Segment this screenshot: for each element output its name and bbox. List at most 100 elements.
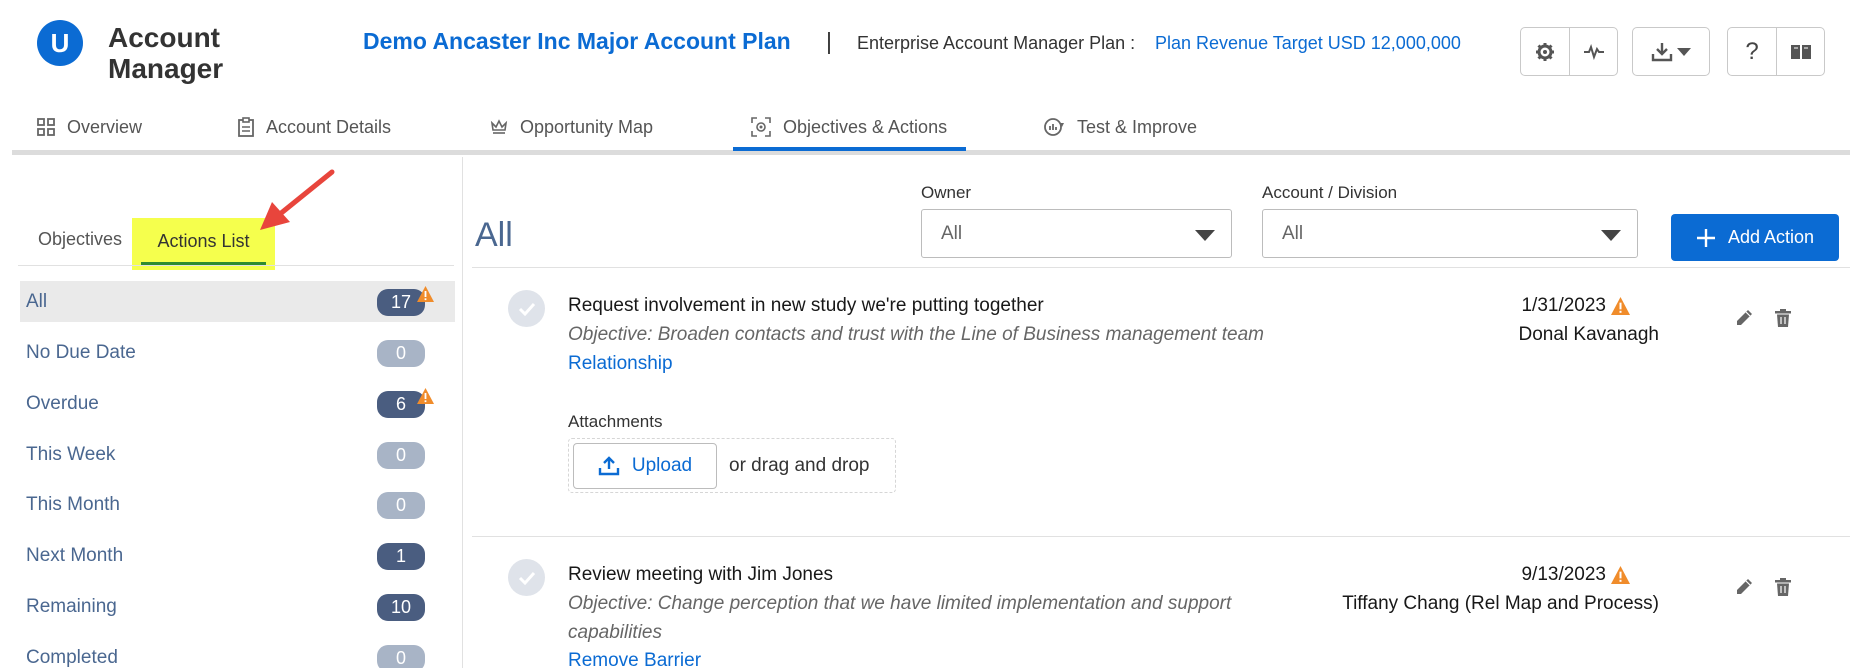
download-menu-button[interactable] bbox=[1632, 27, 1710, 76]
trash-icon bbox=[1775, 309, 1791, 327]
filter-all[interactable]: All 17 bbox=[20, 281, 455, 322]
action-due-date: 9/13/2023 bbox=[1521, 564, 1630, 586]
complete-toggle[interactable] bbox=[508, 290, 545, 327]
count-badge: 0 bbox=[377, 492, 425, 519]
edit-action-button[interactable] bbox=[1732, 575, 1756, 599]
download-icon bbox=[1651, 42, 1673, 61]
account-division-select[interactable]: All bbox=[1262, 209, 1638, 258]
filter-remaining[interactable]: Remaining 10 bbox=[20, 586, 455, 627]
download-button[interactable] bbox=[1633, 28, 1709, 75]
delete-action-button[interactable] bbox=[1771, 306, 1795, 330]
gear-icon bbox=[1536, 42, 1554, 61]
filter-this-month[interactable]: This Month 0 bbox=[20, 484, 455, 525]
activity-icon bbox=[1583, 43, 1604, 60]
subtab-objectives[interactable]: Objectives bbox=[28, 218, 132, 260]
tab-label: Opportunity Map bbox=[520, 116, 654, 137]
app-logo: U bbox=[37, 20, 83, 66]
filter-label: This Week bbox=[26, 443, 116, 465]
view-title: All bbox=[475, 216, 513, 254]
action-due-date: 1/31/2023 bbox=[1521, 295, 1630, 317]
action-owner: Tiffany Chang (Rel Map and Process) bbox=[1342, 593, 1659, 614]
filter-label: All bbox=[26, 290, 48, 312]
action-title[interactable]: Request involvement in new study we're p… bbox=[568, 295, 1044, 317]
due-date-text: 9/13/2023 bbox=[1521, 564, 1606, 585]
settings-button[interactable] bbox=[1521, 28, 1569, 75]
filter-label: Remaining bbox=[26, 595, 117, 617]
plus-icon bbox=[1696, 228, 1715, 247]
chevron-down-icon bbox=[1677, 47, 1691, 56]
clipboard-icon bbox=[238, 117, 254, 137]
target-icon bbox=[751, 117, 771, 137]
due-date-text: 1/31/2023 bbox=[1521, 295, 1606, 316]
trash-icon bbox=[1775, 578, 1791, 596]
pencil-icon bbox=[1737, 310, 1752, 325]
filter-label: This Month bbox=[26, 493, 120, 515]
warning-icon bbox=[1611, 566, 1630, 584]
add-action-label: Add Action bbox=[1727, 227, 1815, 247]
tab-opportunity-map[interactable]: Opportunity Map bbox=[490, 104, 653, 150]
tab-test-improve[interactable]: Test & Improve bbox=[1043, 104, 1197, 150]
count-badge: 0 bbox=[377, 442, 425, 469]
chart-cycle-icon bbox=[1044, 118, 1064, 136]
count-badge: 0 bbox=[377, 340, 425, 367]
filter-no-due-date[interactable]: No Due Date 0 bbox=[20, 332, 455, 373]
chevron-down-icon bbox=[1195, 230, 1215, 241]
owner-select[interactable]: All bbox=[921, 209, 1232, 258]
app-title: Account Manager bbox=[108, 22, 223, 84]
subtab-label: Objectives bbox=[37, 228, 123, 249]
check-icon bbox=[518, 302, 535, 316]
panel-divider bbox=[462, 157, 463, 668]
filter-completed[interactable]: Completed 0 bbox=[20, 637, 455, 668]
count-badge: 10 bbox=[377, 594, 425, 621]
help-button[interactable]: ? bbox=[1728, 28, 1776, 75]
upload-icon bbox=[598, 456, 620, 476]
list-top-divider bbox=[472, 267, 1850, 268]
edit-action-button[interactable] bbox=[1732, 306, 1756, 330]
owner-select-value: All bbox=[941, 222, 963, 244]
row-divider bbox=[472, 536, 1850, 537]
pencil-icon bbox=[1737, 579, 1752, 594]
tab-label: Test & Improve bbox=[1077, 116, 1198, 137]
crown-icon bbox=[490, 119, 508, 134]
action-objective: Objective: Broaden contacts and trust wi… bbox=[568, 324, 1264, 345]
warning-icon bbox=[1611, 297, 1630, 315]
count-badge: 1 bbox=[377, 543, 425, 570]
action-title[interactable]: Review meeting with Jim Jones bbox=[568, 564, 833, 586]
tab-overview[interactable]: Overview bbox=[37, 104, 142, 150]
tab-label: Objectives & Actions bbox=[783, 116, 948, 137]
filter-overdue[interactable]: Overdue 6 bbox=[20, 383, 455, 424]
owner-label: Owner bbox=[921, 183, 972, 202]
filter-label: Next Month bbox=[26, 544, 124, 566]
delete-action-button[interactable] bbox=[1771, 575, 1795, 599]
attachments-label: Attachments bbox=[568, 412, 663, 431]
check-icon bbox=[518, 571, 535, 585]
app-title-line1: Account bbox=[108, 22, 220, 53]
subtab-divider bbox=[18, 265, 454, 266]
activity-button[interactable] bbox=[1569, 28, 1617, 75]
chevron-down-icon bbox=[1601, 230, 1621, 241]
filter-next-month[interactable]: Next Month 1 bbox=[20, 535, 455, 576]
complete-toggle[interactable] bbox=[508, 559, 545, 596]
plan-title[interactable]: Demo Ancaster Inc Major Account Plan bbox=[363, 28, 791, 55]
action-owner: Donal Kavanagh bbox=[1518, 324, 1660, 345]
action-tag[interactable]: Relationship bbox=[568, 353, 673, 375]
filter-label: Overdue bbox=[26, 392, 99, 414]
add-action-button[interactable]: Add Action bbox=[1671, 214, 1839, 261]
filter-label: Completed bbox=[26, 646, 118, 668]
upload-button[interactable]: Upload bbox=[573, 443, 717, 489]
tab-account-details[interactable]: Account Details bbox=[238, 104, 391, 150]
plan-revenue-target[interactable]: Plan Revenue Target USD 12,000,000 bbox=[1155, 33, 1461, 54]
plan-type: Enterprise Account Manager Plan : bbox=[857, 33, 1136, 53]
tab-objectives-actions[interactable]: Objectives & Actions bbox=[751, 104, 947, 150]
filter-label: No Due Date bbox=[26, 341, 136, 363]
account-division-label: Account / Division bbox=[1262, 183, 1398, 202]
annotation-arrow bbox=[260, 169, 335, 230]
guide-button[interactable] bbox=[1776, 28, 1824, 75]
action-tag[interactable]: Remove Barrier bbox=[568, 650, 701, 668]
filter-this-week[interactable]: This Week 0 bbox=[20, 434, 455, 475]
account-division-select-value: All bbox=[1282, 222, 1304, 244]
grid-icon bbox=[37, 118, 55, 136]
book-icon bbox=[1790, 44, 1811, 59]
subtab-label: Actions List bbox=[157, 230, 250, 251]
warning-icon bbox=[417, 286, 434, 302]
